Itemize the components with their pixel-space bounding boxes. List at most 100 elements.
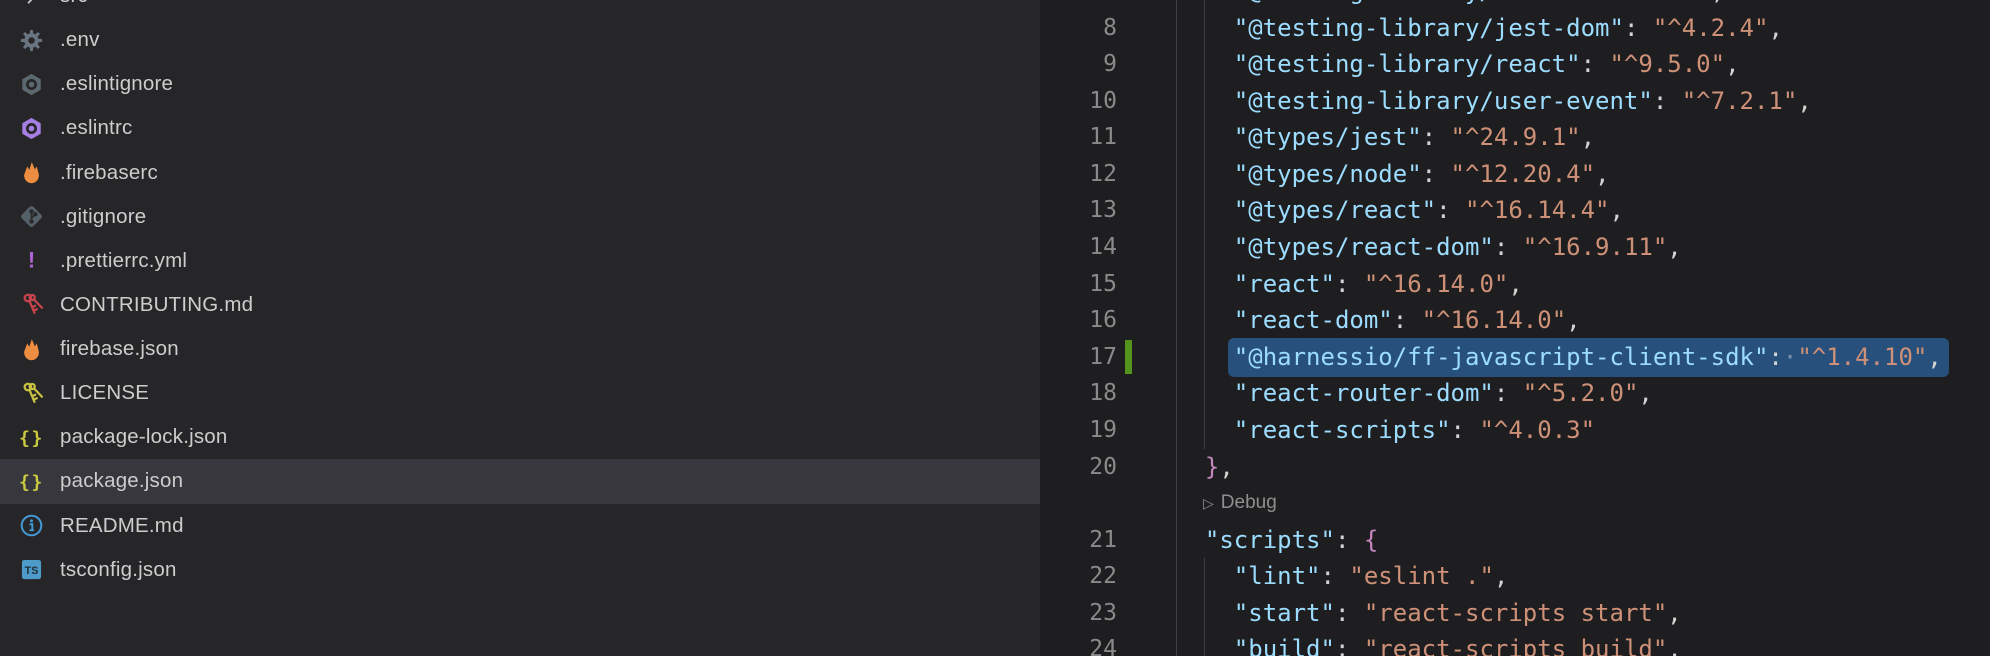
keys-icon <box>18 291 45 318</box>
file-label: package.json <box>60 469 183 493</box>
git-icon <box>18 203 45 230</box>
code-line-21[interactable]: 21"scripts": { <box>1040 522 1990 559</box>
line-number[interactable]: 21 <box>1040 522 1117 559</box>
keys-icon <box>18 380 45 407</box>
line-number[interactable]: 17 <box>1040 339 1117 376</box>
code-line-13[interactable]: 13"@types/react": "^16.14.4", <box>1040 192 1990 229</box>
token-pun: , <box>1581 123 1595 151</box>
token-key: "@harnessio/ff-javascript-client-sdk" <box>1234 343 1769 371</box>
sidebar-item--env[interactable]: .env <box>0 18 1040 62</box>
code-line-11[interactable]: 11 "@types/jest": "^24.9.1", <box>1040 119 1990 156</box>
sidebar-item-firebase-json[interactable]: firebase.json <box>0 327 1040 371</box>
line-number[interactable]: 13 <box>1040 192 1117 229</box>
indent-guide <box>1176 156 1177 193</box>
code-text: "@testing-library/user-event": "^7.2.1", <box>1234 83 1812 120</box>
code-line-10[interactable]: 10 "@testing-library/user-event": "^7.2.1… <box>1040 83 1990 120</box>
line-number[interactable]: 10 <box>1040 83 1117 120</box>
indent-guide <box>1204 156 1205 193</box>
token-pun: : <box>1422 160 1451 188</box>
line-number[interactable]: 7 <box>1040 0 1117 10</box>
eslint-icon <box>18 71 45 98</box>
code-line-24[interactable]: 24"build": "react-scripts build", <box>1040 631 1990 656</box>
code-text: "@types/jest": "^24.9.1", <box>1234 119 1595 156</box>
token-key: "@types/node" <box>1234 160 1422 188</box>
file-label: package-lock.json <box>60 425 228 449</box>
line-number[interactable]: 23 <box>1040 595 1117 632</box>
indent-guide <box>1176 192 1177 229</box>
line-number[interactable]: 8 <box>1040 10 1117 47</box>
line-number[interactable]: 20 <box>1040 449 1117 486</box>
line-number[interactable]: 11 <box>1040 119 1117 156</box>
token-str: "^16.9.11" <box>1523 233 1668 261</box>
sidebar-item-contributing-md[interactable]: CONTRIBUTING.md <box>0 283 1040 327</box>
sidebar-item--prettierrc-yml[interactable]: !.prettierrc.yml <box>0 239 1040 283</box>
code-line-19[interactable]: 19"react-scripts": "^4.0.3" <box>1040 412 1990 449</box>
code-line-15[interactable]: 15"react": "^16.14.0", <box>1040 266 1990 303</box>
indent-guide <box>1176 302 1177 339</box>
indent-guide <box>1204 558 1205 595</box>
indent-guide <box>1176 83 1177 120</box>
code-line-17[interactable]: 17"@harnessio/ff-javascript-client-sdk":… <box>1040 339 1990 376</box>
sidebar-item-src[interactable]: src <box>0 0 1040 18</box>
indent-guide <box>1204 0 1205 10</box>
svg-text:!: ! <box>28 248 36 273</box>
sidebar-item--gitignore[interactable]: .gitignore <box>0 195 1040 239</box>
code-line-18[interactable]: 18"react-router-dom": "^5.2.0", <box>1040 375 1990 412</box>
token-pun: , <box>1667 233 1681 261</box>
sidebar-item-tsconfig-json[interactable]: TStsconfig.json <box>0 548 1040 592</box>
svg-text:TS: TS <box>25 565 39 577</box>
line-number[interactable]: 15 <box>1040 266 1117 303</box>
token-key: "build" <box>1234 635 1335 656</box>
indent-guide <box>1204 266 1205 303</box>
token-pun: : <box>1321 562 1350 590</box>
token-str: "^24.9.1" <box>1451 123 1581 151</box>
token-pun: : <box>1422 123 1451 151</box>
token-pun: : <box>1335 270 1364 298</box>
token-pun: , <box>1667 599 1681 627</box>
sidebar-item-package-json[interactable]: {}package.json <box>0 459 1040 503</box>
code-line-20[interactable]: 20}, <box>1040 449 1990 486</box>
line-number[interactable]: 12 <box>1040 156 1117 193</box>
indent-guide <box>1176 631 1177 656</box>
eslint-icon <box>18 115 45 142</box>
sidebar-item--eslintignore[interactable]: .eslintignore <box>0 62 1040 106</box>
line-number[interactable]: 24 <box>1040 631 1117 656</box>
token-ws: · <box>1783 343 1797 371</box>
sidebar-item--eslintrc[interactable]: .eslintrc <box>0 106 1040 150</box>
line-number[interactable]: 16 <box>1040 302 1117 339</box>
token-pun: : <box>1393 306 1422 334</box>
indent-guide <box>1176 0 1177 10</box>
token-pun: : <box>1581 50 1610 78</box>
indent-guide <box>1204 83 1205 120</box>
line-number[interactable]: 18 <box>1040 375 1117 412</box>
code-line-16[interactable]: 16"react-dom": "^16.14.0", <box>1040 302 1990 339</box>
token-pun: , <box>1566 306 1580 334</box>
code-line-8[interactable]: 8"@testing-library/jest-dom": "^4.2.4", <box>1040 10 1990 47</box>
code-line-9[interactable]: 9"@testing-library/react": "^9.5.0", <box>1040 46 1990 83</box>
sidebar-item--firebaserc[interactable]: .firebaserc <box>0 151 1040 195</box>
sidebar-item-readme-md[interactable]: README.md <box>0 504 1040 548</box>
code-line-12[interactable]: 12"@types/node": "^12.20.4", <box>1040 156 1990 193</box>
line-number[interactable]: 9 <box>1040 46 1117 83</box>
line-number[interactable]: 22 <box>1040 558 1117 595</box>
token-key: "@testing-library/react" <box>1234 50 1581 78</box>
sidebar-item-package-lock-json[interactable]: {}package-lock.json <box>0 415 1040 459</box>
codelens-label: Debug <box>1221 492 1277 514</box>
code-line-14[interactable]: 14"@types/react-dom": "^16.9.11", <box>1040 229 1990 266</box>
line-number[interactable]: 14 <box>1040 229 1117 266</box>
token-brace: } <box>1205 453 1219 481</box>
code-line-22[interactable]: 22"lint": "eslint .", <box>1040 558 1990 595</box>
code-text: }, <box>1205 449 1234 486</box>
code-line-23[interactable]: 23"start": "react-scripts start", <box>1040 595 1990 632</box>
codelens-row: ▷Debug <box>1040 485 1990 522</box>
indent-guide <box>1204 46 1205 83</box>
token-pun: , <box>1494 562 1508 590</box>
token-pun: , <box>1595 160 1609 188</box>
line-number[interactable]: 19 <box>1040 412 1117 449</box>
sidebar-item-license[interactable]: LICENSE <box>0 371 1040 415</box>
code-line-7[interactable]: 7"@testing-library/dom": "^6.16.0", <box>1040 0 1990 10</box>
ts-icon: TS <box>18 556 45 583</box>
codelens-debug-link[interactable]: ▷Debug <box>1203 492 1277 514</box>
indent-guide <box>1204 192 1205 229</box>
token-pun: : <box>1624 14 1653 42</box>
